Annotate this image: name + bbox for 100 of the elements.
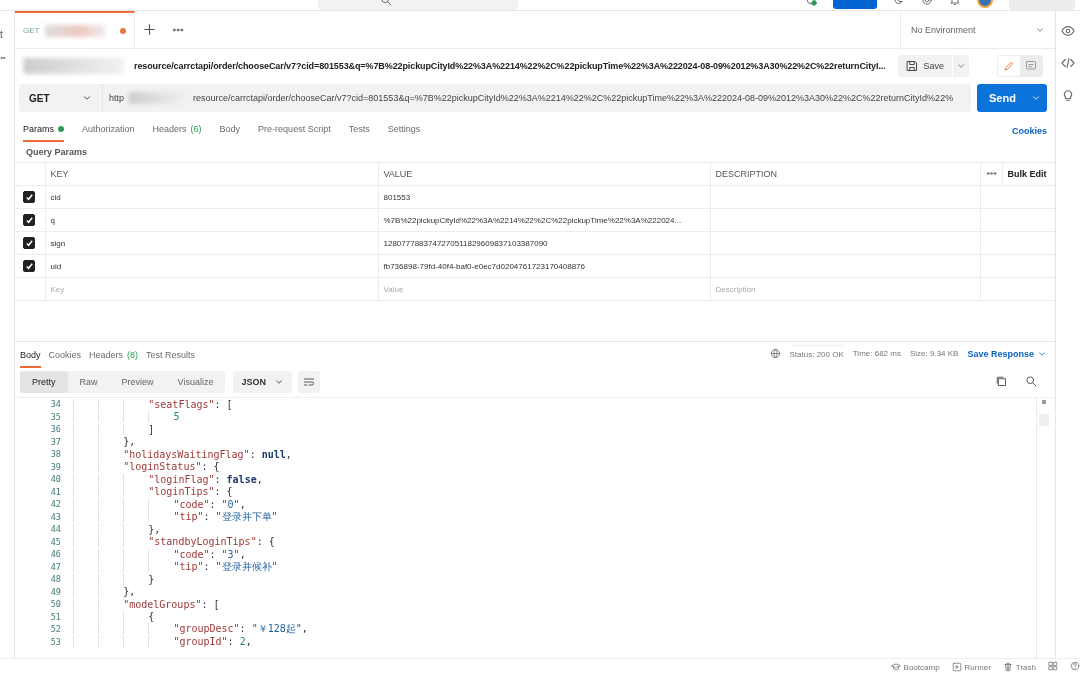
line-number: 50 — [49, 599, 62, 610]
section-tab[interactable]: Params — [23, 124, 64, 142]
status-bar-item[interactable]: Trash — [1002, 662, 1036, 672]
grid-icon — [1048, 661, 1058, 671]
request-title[interactable]: resource/carrctapi/order/chooseCar/v7?cid=801553&q=%7B%22pickupCityId%22%3A%2214%22%2C%22pickupTime%22%3A%222024-08-09%2012%3A30%22%2C%22returnCityI... — [134, 61, 886, 71]
section-label: Query Params — [25, 146, 89, 159]
line-number: 49 — [49, 586, 62, 597]
view-mode-tab[interactable]: Pretty — [20, 371, 68, 393]
code-line: "standbyLoginTips": { — [73, 536, 275, 548]
line-number: 35 — [49, 411, 62, 422]
line-number: 37 — [49, 436, 62, 447]
line-number: 46 — [49, 549, 62, 560]
line-number: 36 — [49, 424, 62, 435]
code-line: "code": "3", — [73, 548, 246, 560]
table-cell: fb736898-79fd-40f4-baf0-e0ec7d0204761723170408876 — [378, 254, 710, 278]
scrollbar[interactable] — [1036, 398, 1051, 658]
caret-icon — [1031, 93, 1041, 103]
search-button[interactable] — [1025, 375, 1037, 389]
line-number: 52 — [49, 624, 62, 635]
code-line: "groupDesc": "￥128起", — [73, 622, 308, 637]
response-tab[interactable]: Body — [20, 350, 41, 368]
wrap-lines-button[interactable] — [297, 371, 320, 393]
eye-icon — [1061, 24, 1075, 38]
lightbulb-icon — [1061, 88, 1075, 102]
url-field[interactable]: http resource/carrctapi/order/chooseCar/v7?cid=801553&q=%7B%22pickupCityId%22%3A%2214%22%2C%22pickupTime%22%3A%222024-08-09%2012%3A30%22%2C%22returnCityId%22% — [103, 84, 971, 112]
code-line: "tip": "登录并候补" — [73, 559, 278, 574]
format-dropdown[interactable]: JSON — [233, 371, 292, 393]
globe-icon — [769, 348, 781, 359]
view-mode-tab[interactable]: Preview — [109, 371, 166, 393]
code-line: "groupId": 2, — [73, 636, 252, 648]
code-line: { — [73, 611, 155, 623]
code-line: 5 — [73, 411, 180, 423]
wrap-lines-icon — [302, 376, 315, 388]
code-line: "code": "0", — [73, 498, 246, 510]
column-header: DESCRIPTION — [710, 162, 980, 186]
response-meta: Size: 9.34 KB — [909, 349, 959, 358]
line-number: 39 — [49, 461, 62, 472]
status-bar-item[interactable]: Bootcamp — [890, 662, 940, 672]
sidebar-item[interactable]: t — [0, 29, 3, 40]
method-dropdown[interactable]: GET — [19, 84, 103, 112]
code-line: "modelGroups": [ — [73, 598, 220, 610]
section-tab[interactable]: Tests — [348, 124, 370, 142]
line-number: 47 — [49, 561, 62, 572]
column-header: VALUE — [378, 162, 710, 186]
code-line: "loginFlag": false, — [73, 473, 263, 485]
cookies-link[interactable]: Cookies — [1012, 126, 1047, 142]
response-meta: Status: 200 OK — [789, 345, 844, 362]
caret-icon — [82, 93, 92, 103]
code-line: "loginTips": { — [73, 486, 233, 498]
line-number: 48 — [49, 574, 62, 585]
line-number: 40 — [49, 474, 62, 485]
comment-icon — [1025, 60, 1037, 72]
code-line: }, — [73, 586, 136, 598]
line-number: 43 — [49, 511, 62, 522]
line-number: 38 — [49, 449, 62, 460]
view-mode-tab[interactable]: Visualize — [165, 371, 226, 393]
help-button[interactable] — [1070, 661, 1080, 673]
code-line: "tip": "登录并下单" — [73, 509, 278, 524]
view-mode-tab[interactable]: Raw — [67, 371, 110, 393]
code-line: ] — [73, 423, 155, 435]
section-tab[interactable]: Settings — [387, 124, 421, 142]
response-tab[interactable]: Headers (8) — [89, 350, 139, 368]
save-button[interactable]: Save — [898, 55, 952, 77]
copy-icon — [995, 375, 1007, 387]
send-button[interactable]: Send — [977, 84, 1047, 112]
table-cell: 801553 — [378, 185, 710, 209]
line-number: 53 — [49, 636, 62, 647]
save-response-button[interactable]: Save Response — [967, 348, 1047, 359]
caret-icon — [273, 377, 284, 387]
table-cell: uid — [45, 254, 378, 278]
table-cell: 1280777883747270511829609837103387090 — [378, 231, 710, 255]
trash-icon — [1002, 662, 1013, 672]
response-meta: Time: 682 ms — [852, 349, 901, 358]
more-icon — [0, 54, 8, 62]
response-tab[interactable]: Cookies — [48, 350, 82, 368]
line-number: 44 — [49, 524, 62, 535]
section-tab[interactable]: Headers (6) — [152, 124, 202, 142]
status-bar-item[interactable]: Runner — [951, 662, 991, 672]
layout-button[interactable] — [1048, 661, 1058, 673]
save-icon — [906, 60, 919, 72]
checkbox[interactable] — [23, 214, 35, 226]
copy-button[interactable] — [995, 375, 1007, 389]
help-icon — [1070, 661, 1080, 671]
info-button[interactable] — [1061, 88, 1075, 104]
edit-button[interactable] — [998, 56, 1020, 76]
section-tab[interactable]: Body — [219, 124, 241, 142]
code-line: }, — [73, 436, 136, 448]
play-square-icon — [951, 662, 962, 672]
code-icon — [1061, 56, 1075, 70]
environment-dropdown[interactable]: No Environment — [900, 11, 1055, 48]
checkbox[interactable] — [23, 237, 35, 249]
code-line: "seatFlags": [ — [73, 398, 233, 410]
table-cell: q — [45, 208, 378, 232]
plus-icon — [143, 23, 156, 36]
checkbox[interactable] — [23, 260, 35, 272]
section-tab[interactable]: Authorization — [82, 124, 135, 142]
checkbox[interactable] — [23, 191, 35, 203]
table-cell: %7B%22pickupCityId%22%3A%2214%22%2C%22pickupTime%22%3A%222024... — [378, 208, 710, 232]
response-tab[interactable]: Test Results — [146, 350, 196, 368]
section-tab[interactable]: Pre-request Script — [258, 124, 331, 142]
